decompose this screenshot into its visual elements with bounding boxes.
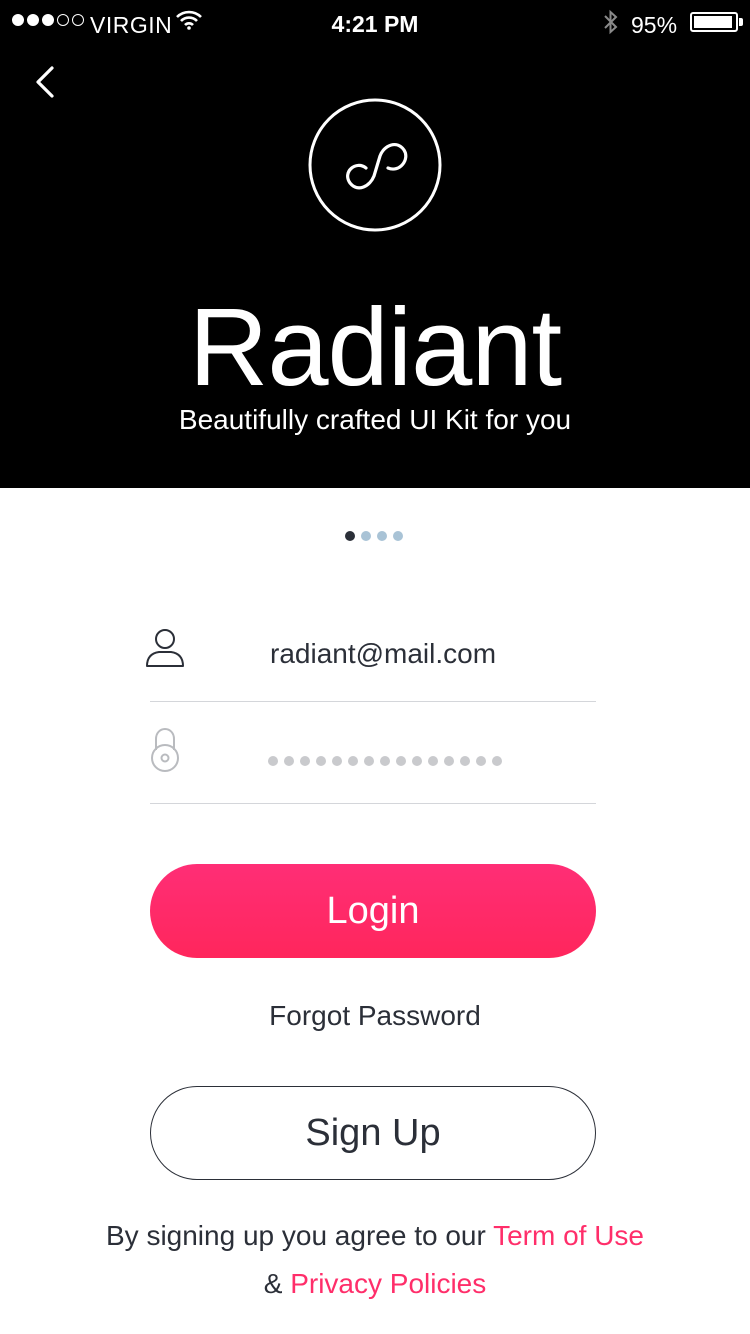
pager-dot[interactable]: [377, 531, 387, 541]
bluetooth-icon: [604, 9, 618, 35]
password-input[interactable]: [268, 756, 502, 766]
battery-fill: [694, 16, 732, 28]
forgot-password-link[interactable]: Forgot Password: [0, 1000, 750, 1032]
password-mask-dot: [428, 756, 438, 766]
password-mask-dot: [492, 756, 502, 766]
password-mask-dot: [444, 756, 454, 766]
password-mask-dot: [332, 756, 342, 766]
brand-title: Radiant: [188, 286, 562, 409]
status-bar: VIRGIN 4:21 PM 95%: [0, 0, 750, 48]
login-button[interactable]: Login: [150, 864, 596, 958]
password-mask-dot: [460, 756, 470, 766]
back-chevron-icon[interactable]: [26, 60, 66, 104]
terms-amp: &: [263, 1268, 291, 1299]
password-field[interactable]: [150, 702, 596, 804]
password-mask-dot: [268, 756, 278, 766]
lock-icon: [151, 727, 179, 772]
password-mask-dot: [396, 756, 406, 766]
signup-button[interactable]: Sign Up: [150, 1086, 596, 1180]
password-mask-dot: [380, 756, 390, 766]
hero-header: VIRGIN 4:21 PM 95% Radiant Beautifully c…: [0, 0, 750, 488]
pager-dot[interactable]: [361, 531, 371, 541]
battery-nub: [739, 18, 743, 26]
password-mask-dot: [348, 756, 358, 766]
password-mask-dot: [316, 756, 326, 766]
password-mask-dot: [476, 756, 486, 766]
battery-icon: [690, 12, 738, 32]
user-icon: [146, 629, 184, 667]
password-mask-dot: [284, 756, 294, 766]
email-input[interactable]: radiant@mail.com: [270, 638, 496, 670]
pager-dot[interactable]: [345, 531, 355, 541]
battery-percent: 95%: [631, 12, 678, 38]
logo-infinity-icon: [308, 98, 442, 232]
password-mask-dot: [412, 756, 422, 766]
brand-tagline: Beautifully crafted UI Kit for you: [178, 404, 572, 435]
email-field[interactable]: radiant@mail.com: [146, 600, 596, 702]
privacy-policies-link[interactable]: Privacy Policies: [290, 1268, 486, 1299]
terms-prefix: By signing up you agree to our: [105, 1220, 494, 1251]
password-mask-dot: [364, 756, 374, 766]
terms-line-1: By signing up you agree to our Term of U…: [0, 1220, 750, 1252]
password-mask-dot: [300, 756, 310, 766]
terms-line-2: & Privacy Policies: [0, 1268, 750, 1300]
term-of-use-link[interactable]: Term of Use: [493, 1220, 644, 1251]
pager-dot[interactable]: [393, 531, 403, 541]
page-indicator[interactable]: [345, 531, 403, 541]
